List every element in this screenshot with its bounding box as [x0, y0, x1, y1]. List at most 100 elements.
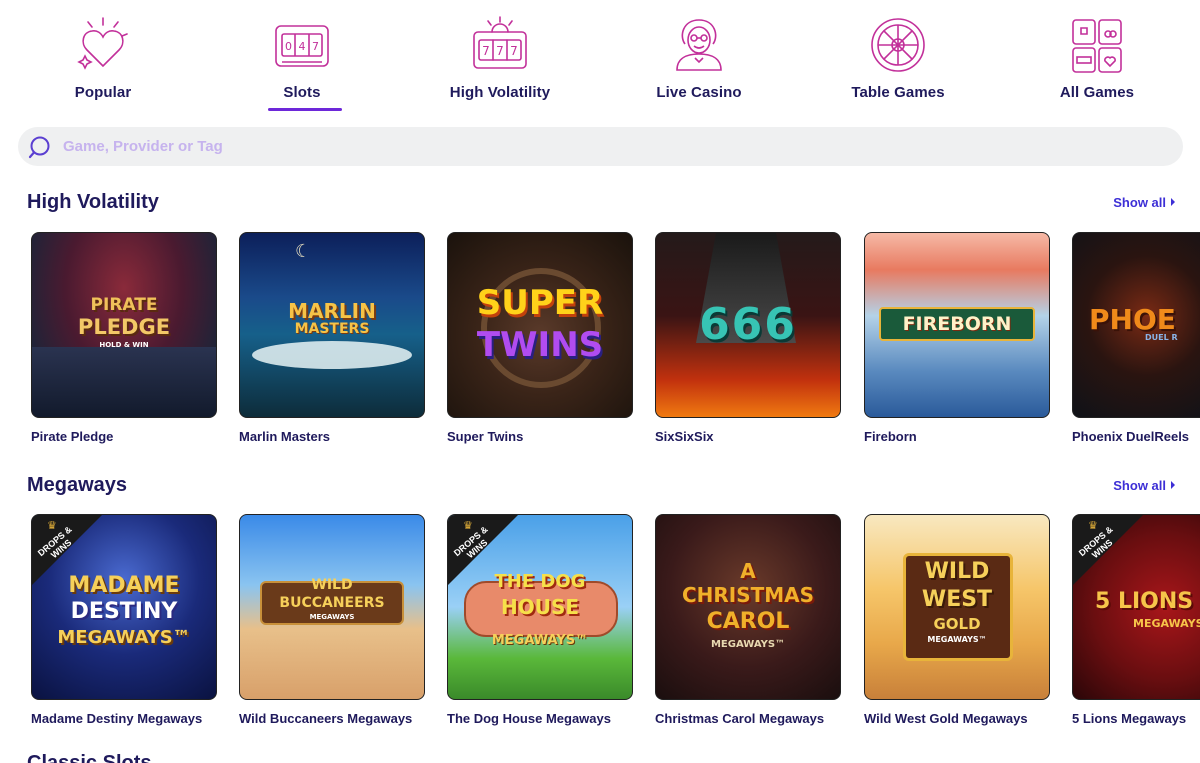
game-logo-line: MEGAWAYS™ — [491, 633, 589, 648]
game-logo-line: TWINS — [476, 325, 604, 365]
svg-text:0: 0 — [285, 40, 292, 53]
game-thumbnail: PIRATE PLEDGE HOLD & WIN — [31, 232, 217, 418]
game-logo-line: CAROL — [706, 609, 790, 634]
category-label: High Volatility — [449, 84, 551, 101]
game-card[interactable]: WILD WEST GOLD MEGAWAYS™ Wild West Gold … — [864, 514, 1050, 726]
category-nav: Popular 0 4 7 Slots 7 7 7 High Volatilit… — [0, 0, 1200, 120]
slot-machine-icon: 0 4 7 — [275, 25, 329, 67]
game-card[interactable]: ☾ MARLIN MASTERS Marlin Masters — [239, 232, 425, 444]
game-thumbnail: WILD WEST GOLD MEGAWAYS™ — [864, 514, 1050, 700]
drops-wins-badge: ♛ DROPS & WINS — [1073, 515, 1143, 585]
game-logo-line: SUPER — [476, 283, 604, 323]
game-row-high-volatility: PIRATE PLEDGE HOLD & WIN Pirate Pledge ☾… — [0, 232, 1200, 452]
game-card[interactable]: PIRATE PLEDGE HOLD & WIN Pirate Pledge — [31, 232, 217, 444]
crown-icon: ♛ — [1088, 520, 1098, 532]
game-logo-line: MEGAWAYS™ — [710, 639, 786, 650]
game-name: Marlin Masters — [239, 429, 331, 444]
show-all-label: Show all — [1113, 195, 1166, 210]
category-popular[interactable]: Popular — [23, 10, 183, 110]
category-live-casino[interactable]: Live Casino — [619, 10, 779, 110]
category-label: Popular — [74, 84, 132, 101]
moon-icon: ☾ — [295, 241, 312, 261]
svg-text:4: 4 — [299, 40, 306, 53]
svg-text:7: 7 — [510, 44, 518, 58]
game-logo-line: DESTINY — [70, 599, 178, 624]
category-label: Table Games — [851, 84, 945, 101]
active-tab-indicator — [268, 108, 342, 111]
game-card[interactable]: MADAME DESTINY MEGAWAYS™ ♛ DROPS & WINS M… — [31, 514, 217, 726]
svg-text:7: 7 — [482, 44, 490, 58]
game-thumbnail: WILD BUCCANEERS MEGAWAYS — [239, 514, 425, 700]
game-card[interactable]: WILD BUCCANEERS MEGAWAYS Wild Buccaneers… — [239, 514, 425, 726]
show-all-high-volatility[interactable]: Show all — [1113, 195, 1175, 210]
game-logo-line: BUCCANEERS — [279, 595, 385, 611]
game-thumbnail: 5 LIONS MEGAWAYS ♛ DROPS & WINS — [1072, 514, 1200, 700]
game-card[interactable]: FIREBORN Fireborn — [864, 232, 1050, 444]
game-name: Fireborn — [864, 429, 917, 444]
game-card[interactable]: PHOE DUEL R Phoenix DuelReels — [1072, 232, 1200, 444]
game-logo-line: PLEDGE — [77, 315, 171, 339]
game-logo-line: HOLD & WIN — [99, 341, 149, 349]
show-all-megaways[interactable]: Show all — [1113, 478, 1175, 493]
game-name: SixSixSix — [655, 429, 714, 444]
caret-right-icon — [1171, 198, 1175, 206]
game-logo-line: MEGAWAYS™ — [57, 627, 191, 648]
game-thumbnail: SUPER TWINS — [447, 232, 633, 418]
category-all-games[interactable]: All Games — [1017, 10, 1177, 110]
game-name: Phoenix DuelReels — [1072, 429, 1190, 444]
wave-splash — [252, 341, 412, 369]
game-logo-line: FIREBORN — [902, 313, 1012, 335]
game-name: 5 Lions Megaways — [1072, 711, 1187, 726]
svg-text:7: 7 — [496, 44, 504, 58]
game-logo-line: 5 LIONS — [1095, 589, 1194, 614]
game-thumbnail: 666 — [655, 232, 841, 418]
crown-icon: ♛ — [463, 520, 473, 532]
game-name: Wild Buccaneers Megaways — [239, 711, 413, 726]
search-input[interactable] — [63, 127, 1163, 166]
game-logo-line: PIRATE — [90, 295, 158, 315]
section-title-next-peek: Classic Slots — [27, 752, 152, 763]
game-card[interactable]: THE DOG HOUSE MEGAWAYS™ ♛ DROPS & WINS Th… — [447, 514, 633, 726]
game-card[interactable]: SUPER TWINS Super Twins — [447, 232, 633, 444]
search-icon[interactable] — [28, 134, 54, 160]
search-bar — [18, 127, 1183, 166]
heart-sparkle-icon — [77, 17, 128, 70]
game-card[interactable]: 5 LIONS MEGAWAYS ♛ DROPS & WINS 5 Lions M… — [1072, 514, 1200, 726]
game-name: Wild West Gold Megaways — [864, 711, 1028, 726]
roulette-wheel-icon — [871, 18, 925, 72]
game-logo-line: PHOE — [1089, 303, 1176, 336]
game-logo-line: HOUSE — [500, 595, 580, 619]
game-logo-line: CHRISTMAS — [681, 583, 815, 607]
game-logo-line: 666 — [699, 299, 797, 350]
game-logo-line: MEGAWAYS — [1133, 617, 1200, 630]
game-row-megaways: MADAME DESTINY MEGAWAYS™ ♛ DROPS & WINS M… — [0, 514, 1200, 734]
game-cards-icon — [1072, 19, 1122, 73]
category-high-volatility[interactable]: 7 7 7 High Volatility — [420, 10, 580, 110]
game-logo-line: DUEL R — [1145, 333, 1178, 342]
show-all-label: Show all — [1113, 478, 1166, 493]
category-label: Slots — [283, 84, 321, 101]
game-thumbnail: ☾ MARLIN MASTERS — [239, 232, 425, 418]
category-table-games[interactable]: Table Games — [818, 10, 978, 110]
game-logo-line: WILD — [311, 577, 353, 593]
game-name: Christmas Carol Megaways — [655, 711, 825, 726]
category-slots[interactable]: 0 4 7 Slots — [222, 10, 382, 111]
game-thumbnail: A CHRISTMAS CAROL MEGAWAYS™ — [655, 514, 841, 700]
caret-right-icon — [1171, 481, 1175, 489]
category-label: All Games — [1059, 84, 1135, 101]
game-card[interactable]: A CHRISTMAS CAROL MEGAWAYS™ Christmas Ca… — [655, 514, 841, 726]
game-name: Madame Destiny Megaways — [31, 711, 203, 726]
game-logo-line: MEGAWAYS — [309, 613, 355, 621]
game-logo-line: WILD — [924, 559, 990, 584]
game-thumbnail: THE DOG HOUSE MEGAWAYS™ ♛ DROPS & WINS — [447, 514, 633, 700]
crown-icon: ♛ — [47, 520, 57, 532]
game-logo-line: GOLD — [933, 615, 981, 633]
live-dealer-icon — [676, 19, 722, 71]
game-logo-line: WEST — [921, 587, 993, 612]
game-card[interactable]: 666 SixSixSix — [655, 232, 841, 444]
game-name: Pirate Pledge — [31, 429, 114, 444]
game-logo-line: MASTERS — [294, 321, 370, 337]
sea-waves — [32, 347, 216, 417]
section-title-megaways: Megaways — [27, 474, 128, 496]
svg-text:7: 7 — [312, 40, 319, 53]
